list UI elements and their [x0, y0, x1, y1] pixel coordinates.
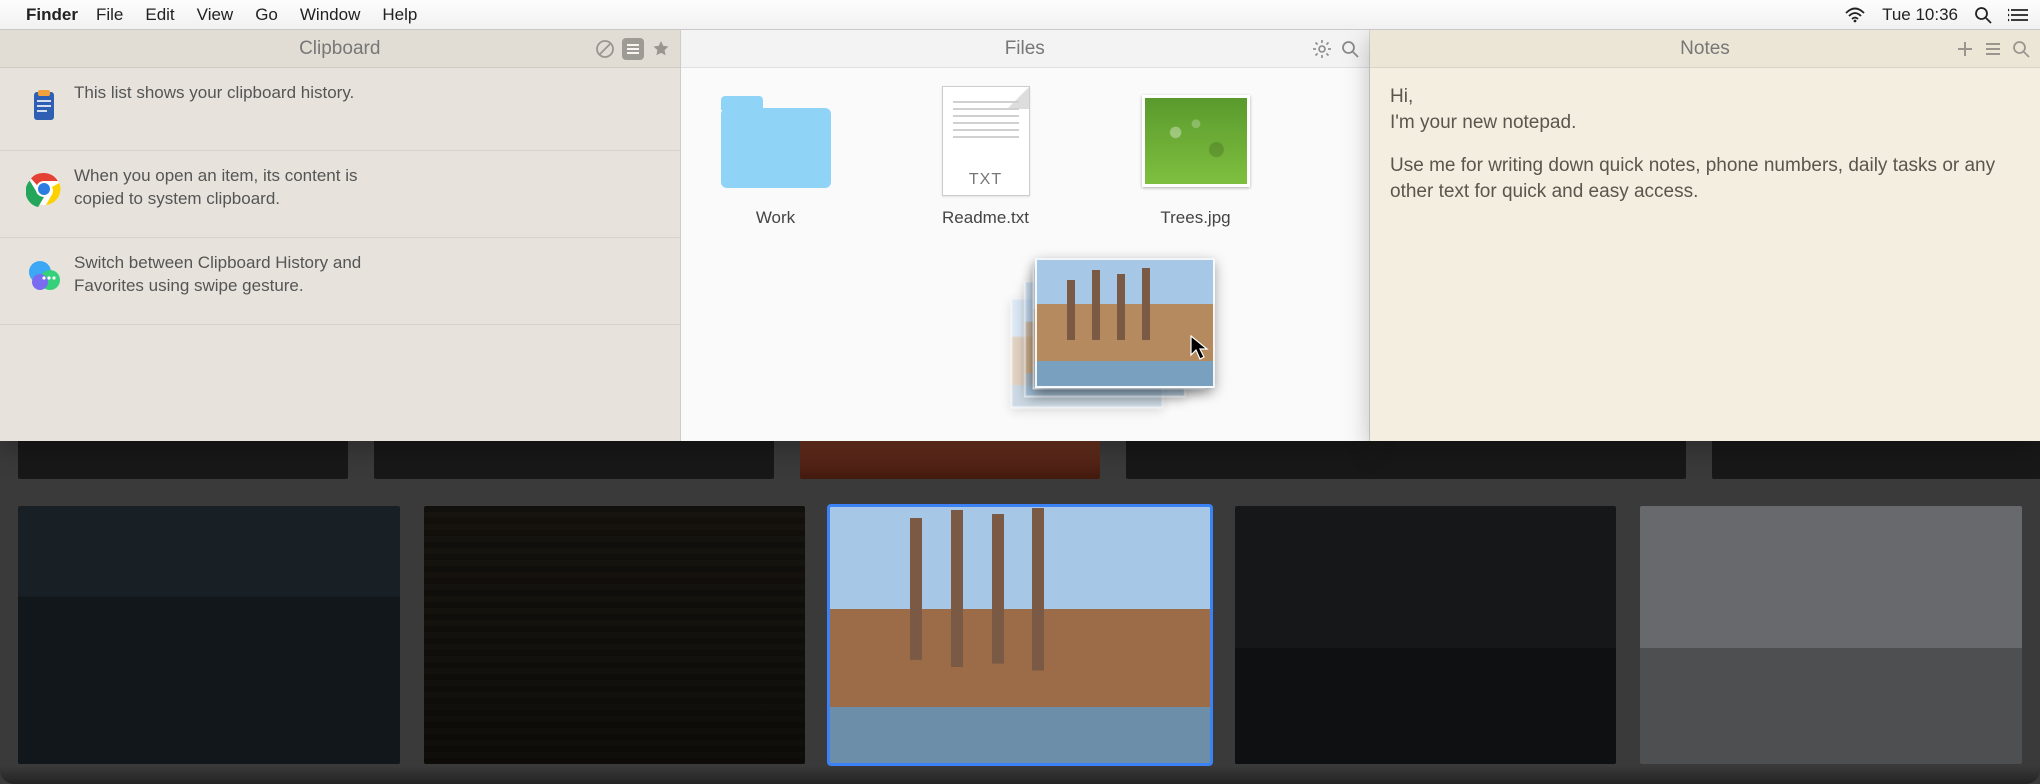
notes-list-icon[interactable]	[1982, 38, 2004, 60]
menubar-help[interactable]: Help	[382, 5, 417, 25]
notes-title: Notes	[1680, 38, 1730, 60]
gallery-thumb[interactable]	[424, 506, 806, 764]
gallery-row	[18, 506, 2022, 764]
menubar-file[interactable]: File	[96, 5, 123, 25]
messages-icon	[18, 252, 70, 294]
folder-icon	[721, 108, 831, 188]
clipboard-item[interactable]: Switch between Clipboard History and Fav…	[0, 238, 680, 325]
files-title: Files	[1005, 38, 1045, 60]
files-body[interactable]: Work TXT Readme.txt Trees.jpg	[681, 68, 1370, 441]
menubar-app-name[interactable]: Finder	[26, 5, 78, 25]
file-item-txt[interactable]: TXT Readme.txt	[911, 86, 1061, 228]
utility-panel: Clipboard This list shows your clipboard…	[0, 30, 1370, 441]
menubar-window[interactable]: Window	[300, 5, 360, 25]
list-view-icon[interactable]	[622, 38, 644, 60]
notes-line: I'm your new notepad.	[1390, 110, 2020, 136]
image-thumbnail-icon	[1142, 95, 1250, 187]
clipboard-header: Clipboard	[0, 30, 680, 68]
file-label: Work	[701, 208, 851, 228]
file-item-image[interactable]: Trees.jpg	[1121, 86, 1271, 228]
clipboard-item-text: Switch between Clipboard History and Fav…	[70, 252, 370, 298]
clipboard-item-text: When you open an item, its content is co…	[70, 165, 370, 211]
favorite-star-icon[interactable]	[650, 38, 672, 60]
gallery-row-partial	[0, 441, 2040, 479]
clipboard-icon	[18, 82, 70, 124]
menubar-go[interactable]: Go	[255, 5, 278, 25]
files-header: Files	[681, 30, 1370, 68]
clipboard-pane: Clipboard This list shows your clipboard…	[0, 30, 681, 441]
notes-header: Notes	[1370, 30, 2040, 68]
file-label: Readme.txt	[911, 208, 1061, 228]
menubar-clock[interactable]: Tue 10:36	[1882, 5, 1958, 25]
wifi-icon[interactable]	[1844, 7, 1866, 23]
clipboard-item[interactable]: When you open an item, its content is co…	[0, 151, 680, 238]
clear-icon[interactable]	[594, 38, 616, 60]
clipboard-item-text: This list shows your clipboard history.	[70, 82, 370, 105]
menubar-edit[interactable]: Edit	[145, 5, 174, 25]
gallery-thumb-selected[interactable]	[829, 506, 1211, 764]
add-note-icon[interactable]	[1954, 38, 1976, 60]
gallery-thumb[interactable]	[18, 506, 400, 764]
clipboard-item[interactable]: This list shows your clipboard history.	[0, 68, 680, 151]
file-ext-label: TXT	[943, 171, 1029, 189]
file-label: Trees.jpg	[1121, 208, 1271, 228]
window-shadow	[0, 766, 2040, 784]
macos-menubar: Finder File Edit View Go Window Help Tue…	[0, 0, 2040, 30]
gear-icon[interactable]	[1311, 38, 1333, 60]
text-file-icon: TXT	[942, 86, 1030, 196]
gallery-thumb[interactable]	[1126, 441, 1686, 479]
gallery-thumb[interactable]	[800, 441, 1100, 479]
gallery-thumb[interactable]	[1712, 441, 2040, 479]
notes-text-area[interactable]: Hi, I'm your new notepad. Use me for wri…	[1370, 68, 2040, 221]
menubar-view[interactable]: View	[197, 5, 234, 25]
notes-line: Hi,	[1390, 84, 2020, 110]
gallery-thumb[interactable]	[374, 441, 774, 479]
search-icon[interactable]	[1339, 38, 1361, 60]
clipboard-title: Clipboard	[299, 38, 380, 60]
clipboard-list: This list shows your clipboard history. …	[0, 68, 680, 441]
gallery-thumb[interactable]	[18, 441, 348, 479]
gallery-thumb[interactable]	[1640, 506, 2022, 764]
chrome-icon	[18, 165, 70, 207]
menu-list-icon[interactable]	[2008, 7, 2028, 23]
search-icon[interactable]	[2010, 38, 2032, 60]
file-item-folder[interactable]: Work	[701, 86, 851, 228]
spotlight-icon[interactable]	[1974, 6, 1992, 24]
files-pane: Files Work TXT	[681, 30, 1371, 441]
notes-line: Use me for writing down quick notes, pho…	[1390, 153, 2020, 204]
gallery-thumb[interactable]	[1235, 506, 1617, 764]
notes-pane: Notes Hi, I'm your new notepad. Use me f…	[1370, 30, 2040, 441]
